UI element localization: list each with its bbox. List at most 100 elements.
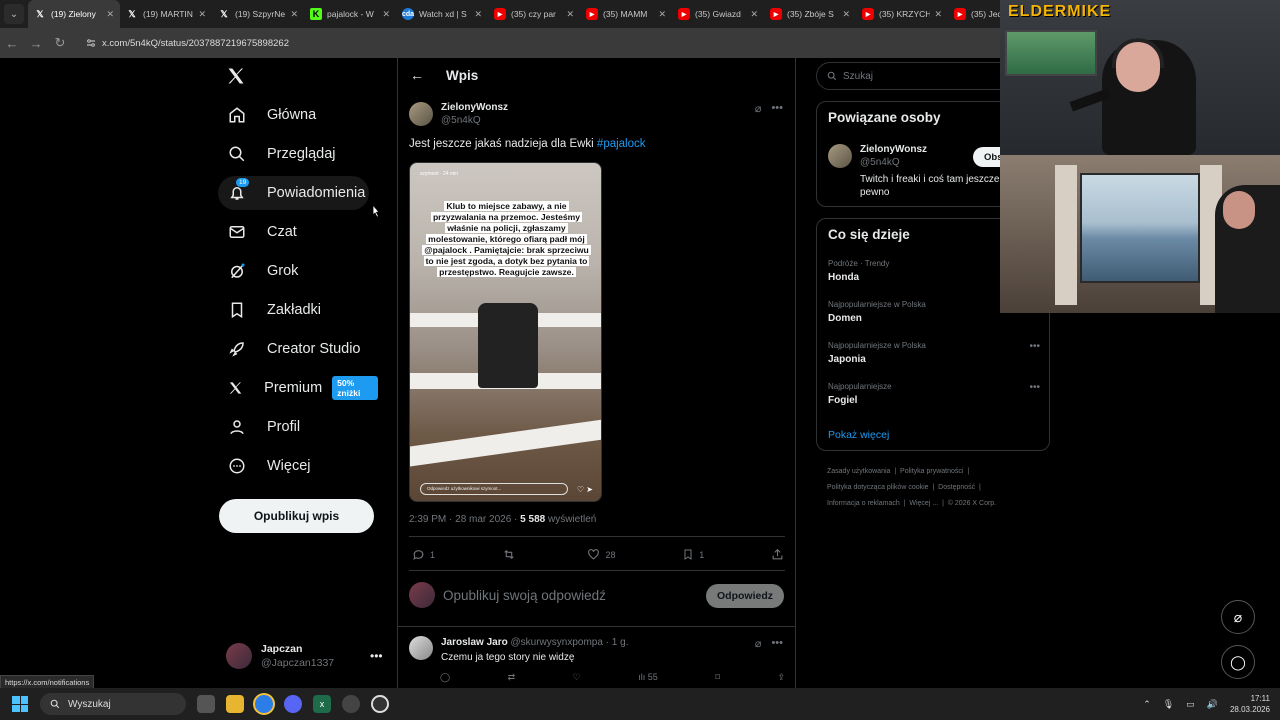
discord-icon[interactable] xyxy=(284,695,302,713)
volume-icon[interactable]: 🔊 xyxy=(1207,699,1218,710)
sidebar-item-explore[interactable]: Przeglądaj xyxy=(218,137,346,171)
forward-arrow-icon[interactable]: → xyxy=(24,36,48,51)
back-arrow-icon[interactable]: ← xyxy=(410,67,424,83)
close-icon[interactable]: ✕ xyxy=(198,9,206,20)
post-author[interactable]: ZielonyWonsz @5n4kQ xyxy=(409,102,508,126)
sidebar-item-home[interactable]: Główna xyxy=(218,98,326,132)
heart-icon[interactable]: ♡ xyxy=(573,672,581,683)
reply-author-name[interactable]: Jaroslaw Jaro xyxy=(441,637,508,648)
chrome-icon[interactable] xyxy=(255,695,273,713)
show-more-link[interactable]: Pokaż więcej xyxy=(828,429,889,441)
footer-link[interactable]: Polityka prywatności xyxy=(900,468,963,475)
sidebar-item-grok[interactable]: Grok xyxy=(218,254,308,288)
share-action[interactable] xyxy=(771,548,784,561)
bookmark-icon[interactable]: ⌑ xyxy=(715,672,720,683)
grok-fab-button[interactable]: ⌀ xyxy=(1221,600,1255,634)
reply-input[interactable]: Opublikuj swoją odpowiedź xyxy=(443,588,606,603)
chat-fab-button[interactable]: ◯ xyxy=(1221,645,1255,679)
share-icon[interactable]: ⇪ xyxy=(777,672,785,683)
sidebar-item-premium[interactable]: Premium 50% zniżki xyxy=(218,371,388,405)
views-action[interactable]: ılı 55 xyxy=(638,672,658,683)
reply-action[interactable]: 1 xyxy=(412,548,435,561)
microphone-icon[interactable]: 🎙 xyxy=(1163,699,1174,710)
post-timestamp[interactable]: 2:39 PM · 28 mar 2026 · xyxy=(409,514,520,525)
reply-submit-button[interactable]: Odpowiedz xyxy=(706,584,784,608)
avatar[interactable] xyxy=(409,636,433,660)
retweet-icon[interactable]: ⇄ xyxy=(508,672,516,683)
more-dots-icon[interactable]: ••• xyxy=(1029,341,1040,352)
bookmark-action[interactable]: 1 xyxy=(682,548,704,561)
trend-item[interactable]: Najpopularniejsze w Polska Japonia ••• xyxy=(828,341,1040,365)
sidebar-item-chat[interactable]: Czat xyxy=(218,215,307,249)
footer-link[interactable]: Informacja o reklamach xyxy=(827,500,900,507)
sidebar-item-notifications[interactable]: 19 Powiadomienia xyxy=(218,176,369,210)
reply-icon[interactable]: ◯ xyxy=(440,672,450,683)
clock[interactable]: 17:11 28.03.2026 xyxy=(1230,693,1270,715)
grok-icon[interactable]: ⌀ xyxy=(755,637,762,650)
browser-tab[interactable]: ▶ (35) MAMM ✕ xyxy=(580,0,672,28)
reload-icon[interactable]: ↻ xyxy=(48,35,72,51)
browser-tab[interactable]: Kpajalock - W ✕ xyxy=(304,0,396,28)
tab-search-chevron-icon[interactable]: ⌄ xyxy=(4,4,24,24)
taskbar-search[interactable]: Wyszukaj xyxy=(40,693,186,715)
more-dots-icon[interactable]: ••• xyxy=(1029,382,1040,393)
file-explorer-icon[interactable] xyxy=(226,695,244,713)
like-action[interactable]: 28 xyxy=(587,548,616,561)
author-handle[interactable]: @5n4kQ xyxy=(441,115,508,126)
more-dots-icon[interactable]: ••• xyxy=(771,637,783,650)
close-icon[interactable]: ✕ xyxy=(842,9,850,20)
browser-tab[interactable]: ▶ (35) Gwiazd ✕ xyxy=(672,0,764,28)
windows-start-icon[interactable] xyxy=(12,696,28,712)
hashtag-link[interactable]: #pajalock xyxy=(597,138,646,150)
author-name[interactable]: ZielonyWonsz xyxy=(441,102,508,113)
network-icon[interactable]: ▭ xyxy=(1186,699,1195,710)
trend-item[interactable]: Najpopularniejsze Fogiel ••• xyxy=(828,382,1040,406)
close-icon[interactable]: ✕ xyxy=(290,9,298,20)
sidebar-item-creator-studio[interactable]: Creator Studio xyxy=(218,332,371,366)
footer-link[interactable]: Polityka dotycząca plików cookie xyxy=(827,484,929,491)
close-icon[interactable]: ✕ xyxy=(566,9,574,20)
close-icon[interactable]: ✕ xyxy=(750,9,758,20)
browser-tab[interactable]: ▶ (35) Zbóje S ✕ xyxy=(764,0,856,28)
more-dots-icon[interactable]: ••• xyxy=(771,102,783,115)
browser-tab[interactable]: cda Watch xd | S ✕ xyxy=(396,0,488,28)
close-icon[interactable]: ✕ xyxy=(474,9,482,20)
close-icon[interactable]: ✕ xyxy=(106,9,114,20)
back-arrow-icon[interactable]: ← xyxy=(0,36,24,51)
curtain xyxy=(1055,165,1077,305)
app-icon[interactable]: x xyxy=(313,695,331,713)
sidebar-item-bookmarks[interactable]: Zakładki xyxy=(218,293,331,327)
browser-tab[interactable]: ▶ (35) czy par ✕ xyxy=(488,0,580,28)
browser-tab[interactable]: 𝕏 (19) MARTIN ✕ xyxy=(120,0,212,28)
browser-tab[interactable]: 𝕏 (19) Zielony ✕ xyxy=(28,0,120,28)
footer-link[interactable]: Dostępność xyxy=(938,484,975,491)
footer-link[interactable]: Więcej ... xyxy=(909,500,938,507)
grok-icon[interactable]: ⌀ xyxy=(755,102,762,115)
story-overlay-text: Klub to miejsce zabawy, a nie przyzwalan… xyxy=(422,201,591,278)
browser-tab[interactable]: ▶ (35) KRZYCH ✕ xyxy=(856,0,948,28)
reply-author-handle[interactable]: @skurwysynxpompa · 1 g. xyxy=(511,637,629,648)
account-switcher[interactable]: Japczan @Japczan1337 xyxy=(226,643,334,669)
x-logo-icon[interactable] xyxy=(226,66,246,86)
app-icon[interactable] xyxy=(342,695,360,713)
site-info-icon[interactable] xyxy=(86,38,96,48)
avatar[interactable] xyxy=(828,144,852,168)
sidebar-item-profile[interactable]: Profil xyxy=(218,410,310,444)
account-more-icon[interactable]: ••• xyxy=(370,649,383,663)
url-field[interactable]: x.com/5n4kQ/status/2037887219675898262 xyxy=(86,38,289,49)
tab-favicon-icon: 𝕏 xyxy=(220,8,228,19)
footer-link[interactable]: Zasady użytkowania xyxy=(827,468,890,475)
avatar[interactable] xyxy=(409,102,433,126)
chevron-up-icon[interactable]: ⌃ xyxy=(1143,699,1151,710)
sidebar-item-more[interactable]: Więcej xyxy=(218,449,321,483)
browser-tab[interactable]: 𝕏 (19) SzpyrNe ✕ xyxy=(212,0,304,28)
close-icon[interactable]: ✕ xyxy=(658,9,666,20)
task-view-icon[interactable] xyxy=(197,695,215,713)
reply-composer[interactable]: Opublikuj swoją odpowiedź xyxy=(409,582,606,608)
close-icon[interactable]: ✕ xyxy=(382,9,390,20)
obs-icon[interactable] xyxy=(371,695,389,713)
publish-post-button[interactable]: Opublikuj wpis xyxy=(219,499,374,533)
close-icon[interactable]: ✕ xyxy=(934,9,942,20)
retweet-action[interactable] xyxy=(502,548,521,561)
post-media-story[interactable]: szymoot · 24 min Klub to miejsce zabawy,… xyxy=(409,162,602,502)
